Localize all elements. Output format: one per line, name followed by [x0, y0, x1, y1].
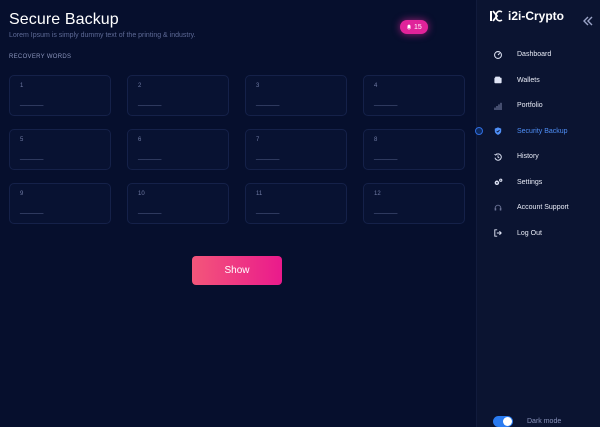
- word-value: ______: [256, 99, 280, 106]
- recovery-word-cell[interactable]: 2 ______: [127, 75, 229, 116]
- word-number: 7: [256, 137, 260, 143]
- dashboard-icon: [493, 50, 503, 60]
- word-value: ______: [256, 207, 280, 214]
- history-icon: [493, 152, 503, 162]
- recovery-word-cell[interactable]: 8 ______: [363, 129, 465, 170]
- word-number: 12: [374, 191, 381, 197]
- logout-icon: [493, 228, 503, 238]
- recovery-word-cell[interactable]: 11 ______: [245, 183, 347, 224]
- word-number: 6: [138, 137, 142, 143]
- page-subtitle: Lorem Ipsum is simply dummy text of the …: [9, 32, 196, 39]
- shield-icon: [493, 126, 503, 136]
- recovery-word-cell[interactable]: 4 ______: [363, 75, 465, 116]
- brand-logo-icon: [490, 10, 503, 22]
- badge-count: 15: [414, 23, 422, 31]
- word-value: ______: [138, 207, 162, 214]
- recovery-word-cell[interactable]: 1 ______: [9, 75, 111, 116]
- notification-badge[interactable]: 15: [400, 20, 428, 34]
- sidebar-item-label: Wallets: [517, 76, 540, 84]
- gears-icon: [493, 177, 503, 187]
- word-value: ______: [20, 99, 44, 106]
- recovery-word-cell[interactable]: 6 ______: [127, 129, 229, 170]
- dark-mode-control: Dark mode: [493, 416, 561, 427]
- sidebar-item-logout[interactable]: Log Out: [477, 221, 600, 247]
- recovery-words-label: RECOVERY WORDS: [9, 54, 72, 60]
- word-number: 8: [374, 137, 378, 143]
- word-number: 5: [20, 137, 24, 143]
- brand-name: i2i-Crypto: [508, 9, 565, 23]
- recovery-word-cell[interactable]: 5 ______: [9, 129, 111, 170]
- recovery-word-cell[interactable]: 7 ______: [245, 129, 347, 170]
- page-title: Secure Backup: [9, 11, 119, 28]
- brand[interactable]: i2i-Crypto: [489, 9, 564, 23]
- word-number: 11: [256, 191, 263, 197]
- word-number: 2: [138, 83, 142, 89]
- dark-mode-label: Dark mode: [527, 418, 562, 425]
- sidebar-item-label: Settings: [517, 178, 543, 186]
- active-indicator: [475, 126, 483, 135]
- word-value: ______: [138, 153, 162, 160]
- word-number: 3: [256, 83, 260, 89]
- sidebar-item-label: Account Support: [517, 204, 569, 212]
- sidebar-item-label: Portfolio: [517, 102, 543, 110]
- sidebar-item-settings[interactable]: Settings: [477, 170, 600, 196]
- sidebar-item-security-backup[interactable]: Security Backup: [475, 119, 600, 145]
- recovery-word-cell[interactable]: 12 ______: [363, 183, 465, 224]
- word-number: 9: [20, 191, 24, 197]
- sidebar-item-portfolio[interactable]: Portfolio: [477, 93, 600, 119]
- word-number: 10: [138, 191, 145, 197]
- bar-chart-icon: [493, 101, 503, 111]
- headset-icon: [493, 203, 503, 213]
- sidebar-item-label: Log Out: [517, 229, 542, 237]
- bell-icon: [406, 24, 412, 30]
- sidebar: i2i-Crypto Dashboard Wallets Portfolio S…: [475, 0, 600, 427]
- sidebar-item-label: Security Backup: [517, 127, 568, 135]
- word-value: ______: [374, 207, 398, 214]
- word-value: ______: [374, 153, 398, 160]
- recovery-word-cell[interactable]: 9 ______: [9, 183, 111, 224]
- recovery-word-cell[interactable]: 3 ______: [245, 75, 347, 116]
- sidebar-item-label: History: [517, 153, 539, 161]
- word-value: ______: [20, 153, 44, 160]
- sidebar-item-account-support[interactable]: Account Support: [477, 195, 600, 221]
- word-value: ______: [374, 99, 398, 106]
- sidebar-item-wallets[interactable]: Wallets: [477, 68, 600, 94]
- sidebar-item-history[interactable]: History: [477, 144, 600, 170]
- show-button[interactable]: Show: [192, 256, 282, 285]
- word-value: ______: [20, 207, 44, 214]
- word-value: ______: [138, 99, 162, 106]
- sidebar-nav: Dashboard Wallets Portfolio Security Bac…: [475, 42, 600, 247]
- recovery-words-grid: 1 ______ 2 ______ 3 ______ 4 ______ 5 ______ 6 ____…: [9, 75, 465, 224]
- wallet-icon: [493, 75, 503, 85]
- main-content: Secure Backup Lorem Ipsum is simply dumm…: [0, 0, 476, 427]
- word-number: 4: [374, 83, 378, 89]
- collapse-sidebar-icon[interactable]: [582, 15, 594, 27]
- dark-mode-toggle[interactable]: [493, 416, 513, 427]
- recovery-word-cell[interactable]: 10 ______: [127, 183, 229, 224]
- sidebar-item-dashboard[interactable]: Dashboard: [477, 42, 600, 68]
- word-number: 1: [20, 83, 24, 89]
- word-value: ______: [256, 153, 280, 160]
- sidebar-item-label: Dashboard: [517, 51, 552, 59]
